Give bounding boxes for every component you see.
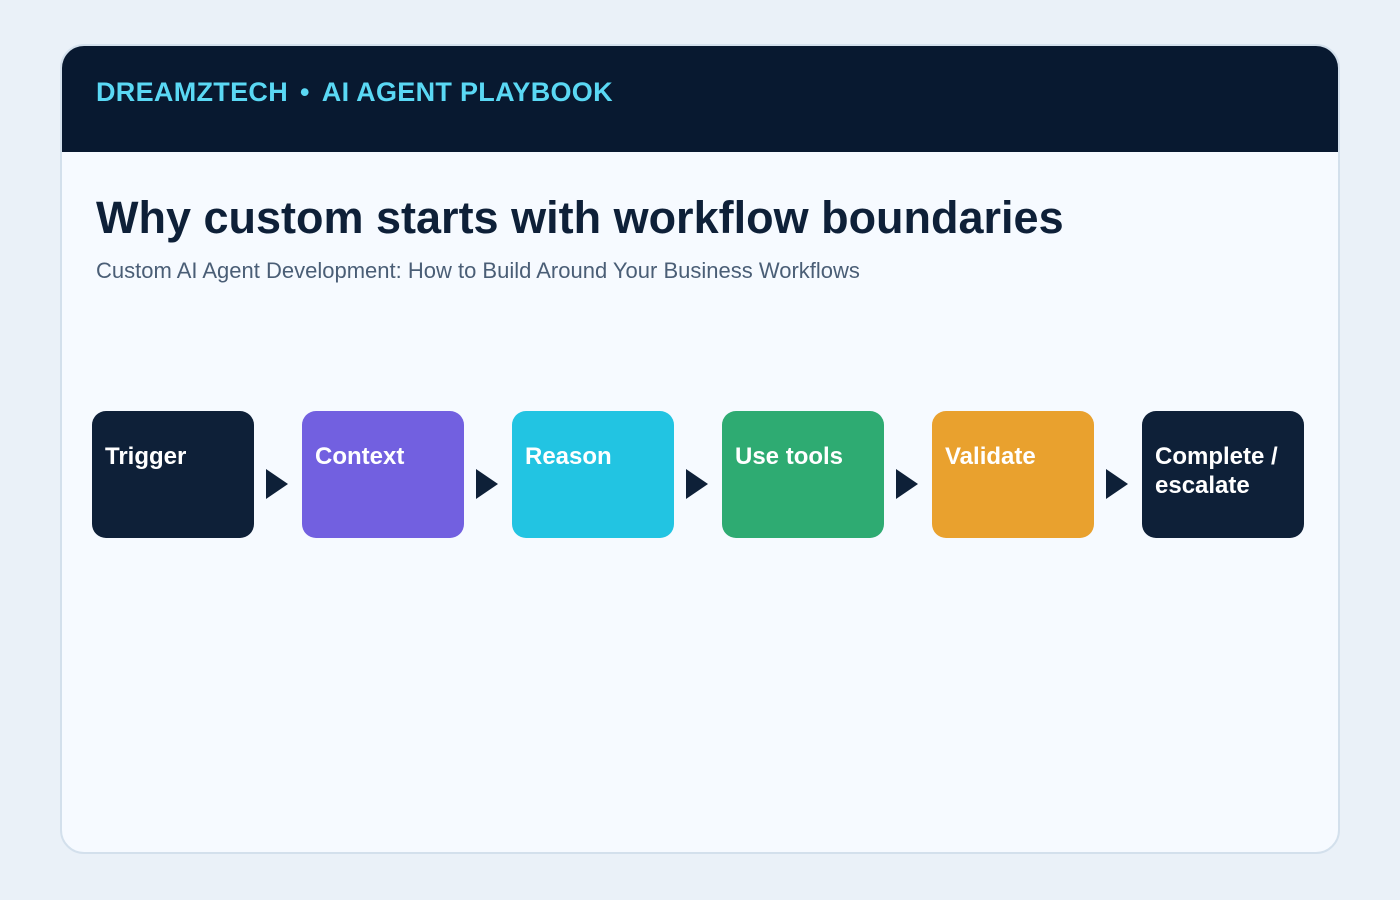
brand-name: DREAMZTECH	[96, 77, 288, 107]
flow-step-trigger: Trigger	[92, 411, 254, 538]
brand-separator: •	[300, 77, 310, 107]
flow-arrow-icon	[686, 469, 708, 499]
flow-step-validate: Validate	[932, 411, 1094, 538]
playbook-card: DREAMZTECH • AI AGENT PLAYBOOK Why custom …	[60, 44, 1340, 854]
page-subtitle: Custom AI Agent Development: How to Buil…	[96, 258, 860, 283]
flow-step-use-tools: Use tools	[722, 411, 884, 538]
flow-step-complete-escalate: Complete / escalate	[1142, 411, 1304, 538]
brand-line: DREAMZTECH • AI AGENT PLAYBOOK	[96, 77, 613, 108]
header-banner: DREAMZTECH • AI AGENT PLAYBOOK	[62, 46, 1338, 152]
flow-arrow-icon	[266, 469, 288, 499]
page-title: Why custom starts with workflow boundari…	[96, 192, 1064, 243]
flow-arrow-icon	[476, 469, 498, 499]
flow-step-context: Context	[302, 411, 464, 538]
flow-arrow-icon	[896, 469, 918, 499]
flow-arrow-icon	[1106, 469, 1128, 499]
section-name: AI AGENT PLAYBOOK	[321, 77, 613, 107]
flow-step-reason: Reason	[512, 411, 674, 538]
